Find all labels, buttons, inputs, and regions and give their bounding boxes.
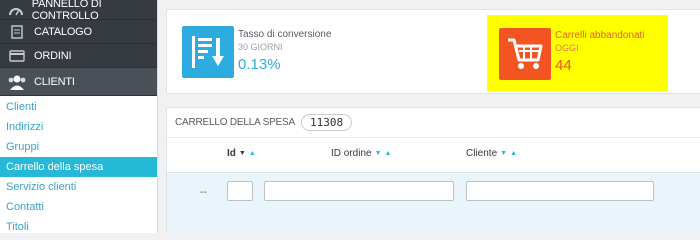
customers-submenu: Clienti Indirizzi Gruppi Carrello della … xyxy=(0,96,157,237)
sort-asc-icon[interactable]: ▲ xyxy=(249,150,256,157)
column-label: Id xyxy=(227,148,236,159)
kpi-value: 0.13% xyxy=(238,56,281,73)
kpi-title: Tasso di conversione xyxy=(238,29,332,40)
kpi-period: OGGI xyxy=(555,43,579,53)
submenu-item-customers[interactable]: Clienti xyxy=(0,97,157,117)
column-header-id: Id ▼ ▲ xyxy=(227,148,256,159)
sidebar: PANNELLO DI CONTROLLO CATALOGO ORDINI CL… xyxy=(0,0,158,233)
submenu-item-addresses[interactable]: Indirizzi xyxy=(0,117,157,137)
kpi-value: 44 xyxy=(555,57,572,74)
sort-asc-icon[interactable]: ▲ xyxy=(385,150,392,157)
menu-item-label: CATALOGO xyxy=(34,25,92,38)
submenu-item-groups[interactable]: Gruppi xyxy=(0,137,157,157)
filter-order-id-input[interactable] xyxy=(264,181,454,201)
column-header-order-id: ID ordine ▼ ▲ xyxy=(331,148,391,159)
column-header-customer: Cliente ▼ ▲ xyxy=(466,148,517,159)
filter-row-prefix: -- xyxy=(200,187,207,198)
filter-customer-input[interactable] xyxy=(466,181,654,201)
menu-item-label: CLIENTI xyxy=(34,75,75,88)
sort-desc-icon[interactable]: ▼ xyxy=(375,150,382,157)
app-root: PANNELLO DI CONTROLLO CATALOGO ORDINI CL… xyxy=(0,0,700,234)
filter-row: -- xyxy=(167,172,700,234)
menu-item-label: PANNELLO DI CONTROLLO xyxy=(31,0,102,22)
kpi-conversion-rate[interactable]: Tasso di conversione 30 GIORNI 0.13% xyxy=(182,14,331,91)
count-badge: 11308 xyxy=(300,114,353,131)
dashboard-icon xyxy=(6,2,26,18)
menu-item-dashboard[interactable]: PANNELLO DI CONTROLLO xyxy=(0,0,157,22)
shopping-cart-icon xyxy=(499,28,551,80)
shopping-cart-panel: CARRELLO DELLA SPESA 11308 Id ▼ ▲ ID ord… xyxy=(166,107,700,234)
submenu-item-customer-service[interactable]: Servizio clienti xyxy=(0,177,157,197)
menu-item-label: ORDINI xyxy=(34,49,72,62)
submenu-item-titles[interactable]: Titoli xyxy=(0,217,157,237)
panel-title: CARRELLO DELLA SPESA xyxy=(175,117,295,128)
customers-icon xyxy=(6,74,28,90)
kpi-period: 30 GIORNI xyxy=(238,42,283,52)
kpi-abandoned-carts[interactable]: Carrelli abbandonati OGGI 44 xyxy=(487,15,668,91)
sort-desc-icon[interactable]: ▼ xyxy=(500,150,507,157)
panel-header: CARRELLO DELLA SPESA 11308 xyxy=(167,108,700,138)
menu-item-catalog[interactable]: CATALOGO xyxy=(0,20,157,44)
kpi-title: Carrelli abbandonati xyxy=(555,30,645,41)
catalog-icon xyxy=(6,24,28,40)
menu-item-customers[interactable]: CLIENTI xyxy=(0,68,157,96)
sort-desc-icon[interactable]: ▼ xyxy=(239,150,246,157)
menu-item-orders[interactable]: ORDINI xyxy=(0,44,157,68)
column-label: Cliente xyxy=(466,148,498,159)
submenu-item-shopping-carts[interactable]: Carrello della spesa xyxy=(0,157,157,177)
table-header-row: Id ▼ ▲ ID ordine ▼ ▲ Cliente ▼ ▲ xyxy=(167,148,700,174)
column-label: ID ordine xyxy=(331,148,372,159)
submenu-item-contacts[interactable]: Contatti xyxy=(0,197,157,217)
main-menu: PANNELLO DI CONTROLLO CATALOGO ORDINI CL… xyxy=(0,0,157,96)
conversion-chart-icon xyxy=(182,26,234,78)
filter-id-input[interactable] xyxy=(227,181,253,201)
kpi-row: Tasso di conversione 30 GIORNI 0.13% Car… xyxy=(166,9,700,94)
orders-icon xyxy=(6,48,28,64)
sort-asc-icon[interactable]: ▲ xyxy=(510,150,517,157)
